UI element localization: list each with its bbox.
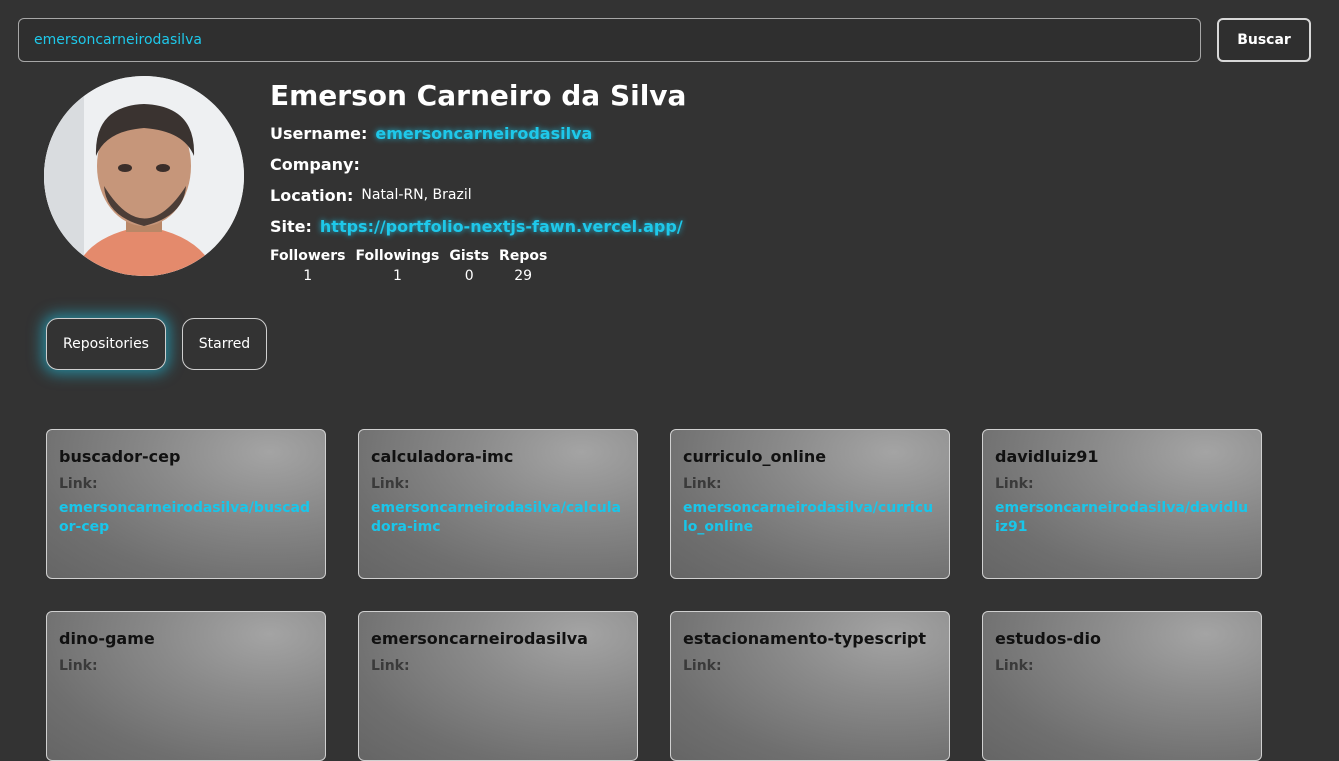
stat-followers: Followers 1 [270, 246, 346, 286]
repo-link[interactable]: emersoncarneirodasilva/buscador-cep [59, 499, 313, 537]
stat-gists: Gists 0 [449, 246, 489, 286]
repo-name: dino-game [59, 629, 155, 648]
stat-label: Followings [355, 248, 440, 264]
repo-link-label: Link: [371, 658, 410, 674]
avatar-photo [44, 76, 244, 276]
repo-card[interactable]: buscador-cep Link: emersoncarneirodasilv… [46, 429, 326, 579]
stat-repos: Repos 29 [499, 246, 547, 286]
site-link[interactable]: https://portfolio-nextjs-fawn.vercel.app… [320, 217, 683, 236]
repo-card[interactable]: estudos-dio Link: [982, 611, 1262, 761]
tab-repositories[interactable]: Repositories [46, 318, 166, 370]
stat-label: Repos [499, 248, 548, 264]
tab-starred[interactable]: Starred [182, 318, 267, 370]
company-label: Company: [270, 154, 360, 174]
repo-card[interactable]: curriculo_online Link: emersoncarneiroda… [670, 429, 950, 579]
repo-name: estacionamento-typescript [683, 629, 927, 648]
repo-link-label: Link: [683, 658, 722, 674]
location-row: Location: Natal-RN, Brazil [270, 184, 472, 206]
repo-link[interactable]: emersoncarneirodasilva/davidluiz91 [995, 499, 1249, 537]
stat-followings: Followings 1 [356, 246, 440, 286]
profile-name: Emerson Carneiro da Silva [270, 79, 687, 112]
location-value: Natal-RN, Brazil [361, 187, 472, 203]
search-input[interactable] [18, 18, 1201, 62]
company-row: Company: [270, 153, 368, 175]
stat-value: 1 [303, 268, 313, 284]
repo-link[interactable]: emersoncarneirodasilva/curriculo_online [683, 499, 937, 537]
repo-card[interactable]: calculadora-imc Link: emersoncarneirodas… [358, 429, 638, 579]
stat-value: 1 [392, 268, 402, 284]
repo-name: calculadora-imc [371, 447, 514, 466]
stat-label: Gists [449, 248, 490, 264]
repo-link-label: Link: [59, 658, 98, 674]
site-label: Site: [270, 216, 312, 236]
repo-link-label: Link: [995, 658, 1034, 674]
stat-value: 29 [514, 268, 533, 284]
repo-name: davidluiz91 [995, 447, 1099, 466]
profile-stats: Followers 1 Followings 1 Gists 0 Repos 2… [270, 246, 557, 286]
site-row: Site: https://portfolio-nextjs-fawn.verc… [270, 215, 683, 237]
repo-link-label: Link: [683, 476, 722, 492]
repo-name: buscador-cep [59, 447, 181, 466]
avatar [44, 76, 244, 276]
repo-link-label: Link: [995, 476, 1034, 492]
repo-name: curriculo_online [683, 447, 827, 466]
repo-card[interactable]: emersoncarneirodasilva Link: [358, 611, 638, 761]
stat-value: 0 [464, 268, 474, 284]
repo-card[interactable]: davidluiz91 Link: emersoncarneirodasilva… [982, 429, 1262, 579]
username-link[interactable]: emersoncarneirodasilva [375, 124, 592, 143]
repo-name: emersoncarneirodasilva [371, 629, 588, 648]
repo-link-label: Link: [59, 476, 98, 492]
search-button[interactable]: Buscar [1217, 18, 1311, 62]
repo-name: estudos-dio [995, 629, 1101, 648]
repo-card[interactable]: dino-game Link: [46, 611, 326, 761]
username-row: Username: emersoncarneirodasilva [270, 122, 592, 144]
stat-label: Followers [270, 248, 346, 264]
username-label: Username: [270, 123, 368, 143]
repo-card[interactable]: estacionamento-typescript Link: [670, 611, 950, 761]
repo-link-label: Link: [371, 476, 410, 492]
location-label: Location: [270, 185, 354, 205]
repo-link[interactable]: emersoncarneirodasilva/calculadora-imc [371, 499, 625, 537]
